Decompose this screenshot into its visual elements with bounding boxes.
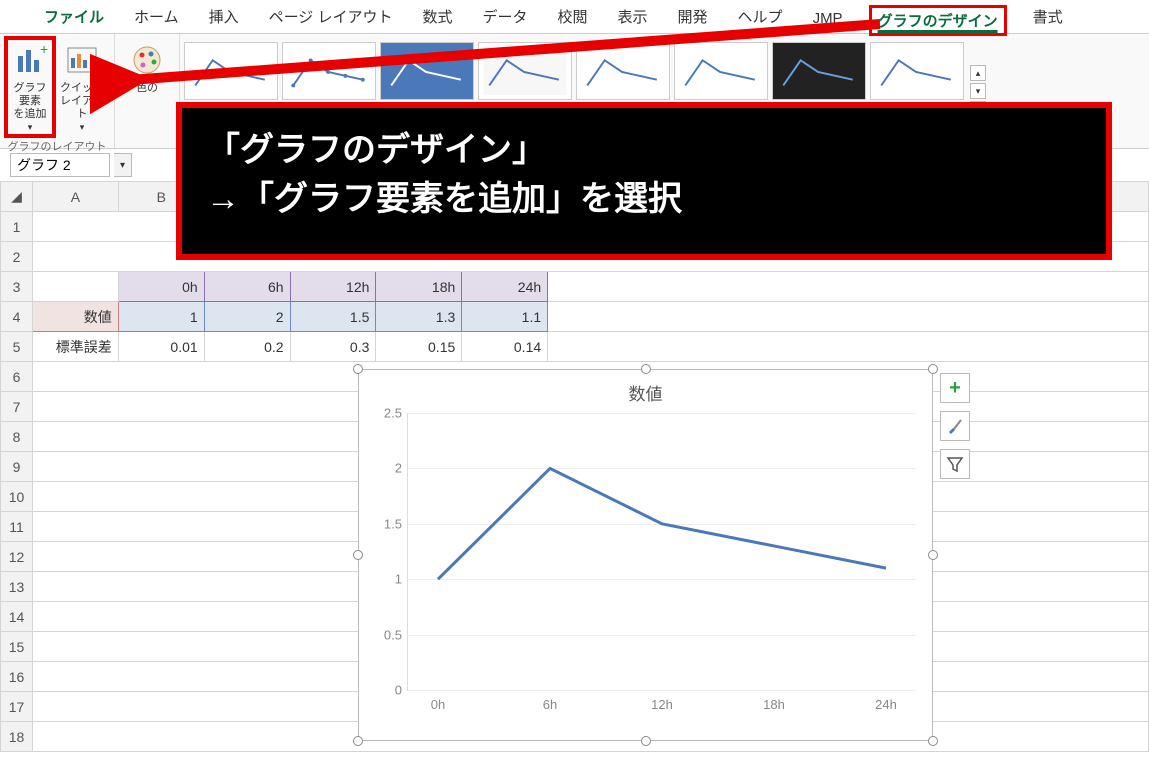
- resize-handle[interactable]: [928, 364, 938, 374]
- row-header[interactable]: 12: [1, 542, 33, 572]
- y-axis-tick: 2: [368, 461, 402, 476]
- cell[interactable]: 12h: [290, 272, 376, 302]
- cell[interactable]: 標準誤差: [32, 332, 118, 362]
- cell[interactable]: 2: [204, 302, 290, 332]
- chart-side-buttons: +: [940, 373, 970, 479]
- row-header[interactable]: 16: [1, 662, 33, 692]
- row-header[interactable]: 9: [1, 452, 33, 482]
- y-axis-tick: 1.5: [368, 516, 402, 531]
- x-axis-tick: 6h: [543, 697, 557, 712]
- x-axis-tick: 0h: [431, 697, 445, 712]
- cell[interactable]: 1.1: [462, 302, 548, 332]
- chart-plot-area[interactable]: 00.511.522.50h6h12h18h24h: [407, 413, 916, 691]
- add-chart-element-label: グラフ要素 を追加: [10, 82, 50, 122]
- y-axis-tick: 2.5: [368, 406, 402, 421]
- svg-text:+: +: [40, 42, 48, 57]
- name-box-dropdown[interactable]: ▾: [114, 153, 132, 177]
- row-header[interactable]: 6: [1, 362, 33, 392]
- row-header[interactable]: 2: [1, 242, 33, 272]
- resize-handle[interactable]: [928, 550, 938, 560]
- cell[interactable]: 0.15: [376, 332, 462, 362]
- brush-icon: [946, 417, 964, 435]
- chart-title[interactable]: 数値: [359, 370, 932, 409]
- row-header[interactable]: 3: [1, 272, 33, 302]
- cell[interactable]: 0h: [118, 272, 204, 302]
- select-all-corner[interactable]: ◢: [1, 182, 33, 212]
- cell[interactable]: 1: [118, 302, 204, 332]
- resize-handle[interactable]: [353, 736, 363, 746]
- row-header[interactable]: 18: [1, 722, 33, 752]
- name-box[interactable]: [10, 153, 110, 177]
- row-header[interactable]: 13: [1, 572, 33, 602]
- row-header[interactable]: 14: [1, 602, 33, 632]
- resize-handle[interactable]: [641, 736, 651, 746]
- row-header[interactable]: 17: [1, 692, 33, 722]
- resize-handle[interactable]: [641, 364, 651, 374]
- row-header[interactable]: 11: [1, 512, 33, 542]
- annotation-callout: 「グラフのデザイン」 →「グラフ要素を追加」を選択: [176, 102, 1112, 260]
- chart-elements-plus-button[interactable]: +: [940, 373, 970, 403]
- cell[interactable]: 6h: [204, 272, 290, 302]
- cell[interactable]: 24h: [462, 272, 548, 302]
- chevron-down-icon: ▾: [28, 122, 33, 133]
- annotation-line2: →「グラフ要素を追加」を選択: [206, 175, 1082, 224]
- cell[interactable]: 0.14: [462, 332, 548, 362]
- row-header[interactable]: 10: [1, 482, 33, 512]
- chart-styles-brush-button[interactable]: [940, 411, 970, 441]
- cell[interactable]: 0.2: [204, 332, 290, 362]
- row-header[interactable]: 8: [1, 422, 33, 452]
- cell[interactable]: 1.5: [290, 302, 376, 332]
- row-header[interactable]: 1: [1, 212, 33, 242]
- chart-filter-funnel-button[interactable]: [940, 449, 970, 479]
- row-header[interactable]: 5: [1, 332, 33, 362]
- x-axis-tick: 12h: [651, 697, 673, 712]
- embedded-chart[interactable]: 数値 00.511.522.50h6h12h18h24h: [358, 369, 933, 741]
- add-chart-element-icon: +: [12, 42, 48, 78]
- x-axis-tick: 18h: [763, 697, 785, 712]
- cell[interactable]: 18h: [376, 272, 462, 302]
- row-header[interactable]: 7: [1, 392, 33, 422]
- cell[interactable]: 0.01: [118, 332, 204, 362]
- chevron-down-icon: ▾: [80, 122, 85, 133]
- annotation-line1: 「グラフのデザイン」: [206, 126, 1082, 175]
- col-header[interactable]: A: [32, 182, 118, 212]
- row-header[interactable]: 4: [1, 302, 33, 332]
- y-axis-tick: 1: [368, 572, 402, 587]
- plus-icon: +: [949, 377, 961, 400]
- x-axis-tick: 24h: [875, 697, 897, 712]
- cell[interactable]: 1.3: [376, 302, 462, 332]
- worksheet-grid[interactable]: ◢ A B C D E F G H I J K L M 1 2 3 0h 6h …: [0, 181, 1149, 752]
- add-chart-element-button[interactable]: + グラフ要素 を追加 ▾: [4, 36, 56, 138]
- row-header[interactable]: 15: [1, 632, 33, 662]
- cell[interactable]: 0.3: [290, 332, 376, 362]
- y-axis-tick: 0: [368, 683, 402, 698]
- funnel-icon: [946, 455, 964, 473]
- resize-handle[interactable]: [353, 550, 363, 560]
- y-axis-tick: 0.5: [368, 627, 402, 642]
- cell[interactable]: 数値: [32, 302, 118, 332]
- chart-series-line[interactable]: [438, 468, 886, 579]
- resize-handle[interactable]: [928, 736, 938, 746]
- resize-handle[interactable]: [353, 364, 363, 374]
